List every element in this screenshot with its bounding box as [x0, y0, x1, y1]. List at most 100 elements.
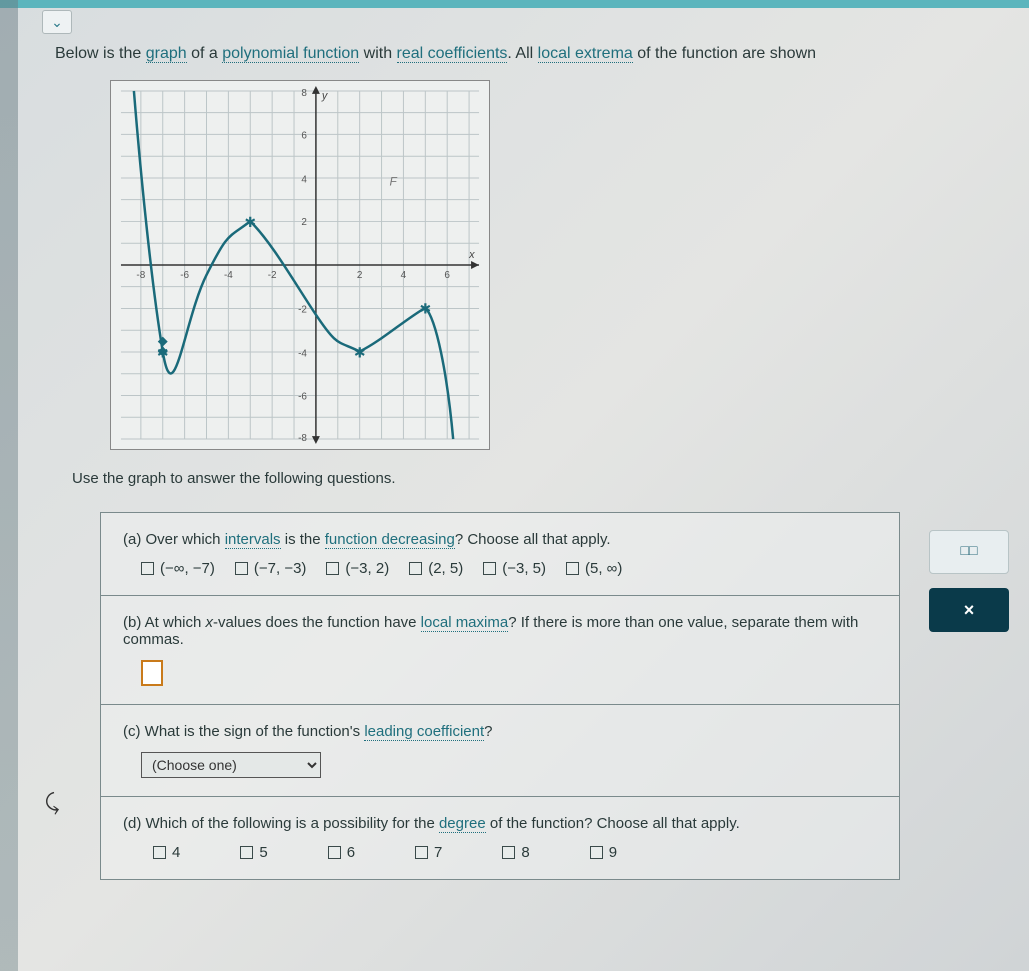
polynomial-graph: y x -8-6-4-2246 8642-2-4-6-8 ✱ ✱ ✱ ✱ F [110, 80, 490, 450]
svg-text:✱: ✱ [354, 344, 366, 360]
opt-label: (2, 5) [428, 560, 463, 577]
checkbox-icon[interactable] [328, 846, 341, 859]
qa-t2: is the [281, 531, 325, 548]
svg-text:2: 2 [301, 217, 307, 228]
question-d: (d) Which of the following is a possibil… [101, 797, 899, 879]
term-leading-coefficient[interactable]: leading coefficient [364, 723, 484, 741]
term-real-coefficients[interactable]: real coefficients [397, 45, 508, 63]
choice-d-5[interactable]: 9 [590, 844, 617, 861]
opt-label: (−3, 5) [502, 560, 546, 577]
cursor-icon: ⤹ [43, 789, 61, 817]
svg-text:-8: -8 [136, 270, 145, 281]
intro-t3: with [359, 45, 396, 62]
checkbox-icon[interactable] [235, 562, 248, 575]
choice-a-0[interactable]: (−∞, −7) [141, 560, 215, 577]
checkbox-icon[interactable] [566, 562, 579, 575]
svg-text:2: 2 [357, 270, 363, 281]
svg-text:✱: ✱ [157, 344, 169, 360]
choice-a-5[interactable]: (5, ∞) [566, 560, 622, 577]
term-graph[interactable]: graph [146, 45, 187, 63]
use-graph-text: Use the graph to answer the following qu… [72, 470, 396, 487]
term-polynomial-function[interactable]: polynomial function [222, 45, 359, 63]
local-maxima-input[interactable] [141, 660, 163, 686]
svg-text:y: y [321, 90, 329, 102]
checkbox-icon[interactable] [326, 562, 339, 575]
qd-t2: of the function? Choose all that apply. [486, 815, 740, 832]
choice-d-3[interactable]: 7 [415, 844, 442, 861]
qb-xv: x [206, 614, 214, 631]
qa-choices: (−∞, −7) (−7, −3) (−3, 2) (2, 5) (−3, 5)… [123, 560, 879, 577]
tool-panel: □□ × [929, 530, 1024, 646]
intro-t2: of a [187, 45, 223, 62]
svg-text:-6: -6 [180, 270, 189, 281]
collapse-button[interactable]: ⌄ [42, 10, 72, 34]
question-table: (a) Over which intervals is the function… [100, 512, 900, 880]
svg-text:6: 6 [444, 270, 450, 281]
interval-notation-button[interactable]: □□ [929, 530, 1009, 574]
choice-d-4[interactable]: 8 [502, 844, 529, 861]
qb-t2: -values does the function have [213, 614, 421, 631]
graph-svg: y x -8-6-4-2246 8642-2-4-6-8 ✱ ✱ ✱ ✱ F [111, 81, 489, 449]
choice-a-1[interactable]: (−7, −3) [235, 560, 307, 577]
checkbox-icon[interactable] [141, 562, 154, 575]
checkbox-icon[interactable] [153, 846, 166, 859]
qb-t1: (b) At which [123, 614, 206, 631]
question-b: (b) At which x-values does the function … [101, 596, 899, 705]
term-local-extrema[interactable]: local extrema [538, 45, 633, 63]
svg-text:8: 8 [301, 88, 307, 99]
term-degree[interactable]: degree [439, 815, 486, 833]
opt-label: 6 [347, 844, 355, 861]
svg-text:-4: -4 [298, 349, 307, 360]
svg-text:-2: -2 [298, 305, 307, 316]
qa-t1: (a) Over which [123, 531, 225, 548]
term-function-decreasing[interactable]: function decreasing [325, 531, 455, 549]
qd-t1: (d) Which of the following is a possibil… [123, 815, 439, 832]
svg-text:-4: -4 [224, 270, 233, 281]
choice-d-0[interactable]: 4 [153, 844, 180, 861]
choice-d-2[interactable]: 6 [328, 844, 355, 861]
checkbox-icon[interactable] [483, 562, 496, 575]
qc-text: (c) What is the sign of the function's l… [123, 723, 879, 740]
svg-text:-8: -8 [298, 433, 307, 444]
opt-label: (−3, 2) [345, 560, 389, 577]
intro-t5: of the function are shown [633, 45, 816, 62]
svg-text:-2: -2 [268, 270, 277, 281]
checkbox-icon[interactable] [502, 846, 515, 859]
opt-label: 9 [609, 844, 617, 861]
term-intervals[interactable]: intervals [225, 531, 281, 549]
opt-label: 8 [521, 844, 529, 861]
svg-text:x: x [468, 249, 475, 261]
leading-coeff-select[interactable]: (Choose one) [141, 752, 321, 778]
opt-label: (−7, −3) [254, 560, 307, 577]
svg-text:-6: -6 [298, 391, 307, 402]
question-c: (c) What is the sign of the function's l… [101, 705, 899, 797]
opt-label: (5, ∞) [585, 560, 622, 577]
chevron-down-icon: ⌄ [51, 14, 63, 31]
intro-t4: . All [507, 45, 537, 62]
opt-label: 5 [259, 844, 267, 861]
qc-t1: (c) What is the sign of the function's [123, 723, 364, 740]
term-local-maxima[interactable]: local maxima [421, 614, 509, 632]
opt-label: 4 [172, 844, 180, 861]
opt-label: 7 [434, 844, 442, 861]
qc-t2: ? [484, 723, 492, 740]
checkbox-icon[interactable] [240, 846, 253, 859]
svg-text:✱: ✱ [244, 214, 256, 230]
checkbox-icon[interactable] [590, 846, 603, 859]
choice-a-2[interactable]: (−3, 2) [326, 560, 389, 577]
left-margin-strip [0, 0, 18, 971]
svg-text:4: 4 [301, 174, 307, 185]
checkbox-icon[interactable] [409, 562, 422, 575]
qd-choices: 4 5 6 7 8 9 [123, 844, 879, 861]
choice-d-1[interactable]: 5 [240, 844, 267, 861]
checkbox-icon[interactable] [415, 846, 428, 859]
qa-t3: ? Choose all that apply. [455, 531, 611, 548]
problem-intro: Below is the graph of a polynomial funct… [55, 45, 1029, 63]
qb-text: (b) At which x-values does the function … [123, 614, 879, 648]
reset-button[interactable]: × [929, 588, 1009, 632]
qa-text: (a) Over which intervals is the function… [123, 531, 879, 548]
svg-text:F: F [390, 174, 398, 188]
choice-a-4[interactable]: (−3, 5) [483, 560, 546, 577]
svg-text:4: 4 [401, 270, 407, 281]
choice-a-3[interactable]: (2, 5) [409, 560, 463, 577]
